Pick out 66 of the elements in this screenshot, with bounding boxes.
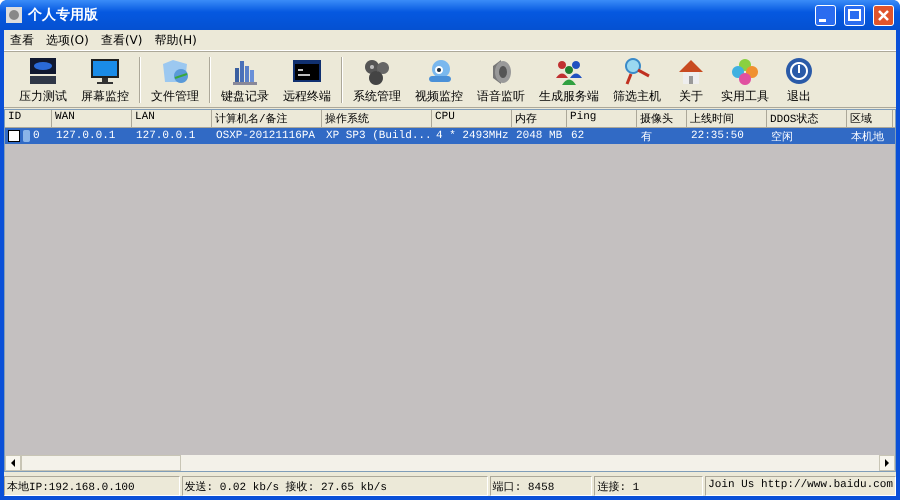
scroll-thumb[interactable] [21, 455, 181, 471]
table-row[interactable]: 0 127.0.0.1 127.0.0.1 OSXP-20121116PA XP SP3 (Build... 4 * 2493MHz 2048 MB 62 有 22:35:50 空闲 本机地 [5, 128, 895, 144]
column-header[interactable]: Ping [567, 110, 637, 127]
column-header[interactable]: CPU [432, 110, 512, 127]
power-icon [783, 56, 815, 86]
menu-item[interactable]: 查看 [4, 32, 40, 48]
window-title: 个人专用版 [28, 6, 99, 24]
table-cell-text: 127.0.0.1 [55, 130, 116, 142]
toolbar-button[interactable]: 压力测试 [12, 53, 74, 107]
column-header[interactable]: 摄像头 [637, 110, 687, 127]
column-header[interactable]: WAN [52, 110, 132, 127]
table-cell-text: XP SP3 (Build... [325, 130, 432, 142]
screen-icon [27, 56, 59, 86]
toolbar-button[interactable]: 系统管理 [346, 53, 408, 107]
table-cell: 0 [33, 130, 40, 142]
monitor-icon [89, 56, 121, 86]
table-cell-text: 本机地 [850, 130, 885, 144]
app-icon [6, 7, 22, 23]
menu-item[interactable]: 帮助(H) [148, 32, 203, 48]
table-cell-text: 127.0.0.1 [135, 130, 196, 142]
column-header[interactable]: LAN [132, 110, 212, 127]
status-panel: Join Us http://www.baidu.com [705, 476, 896, 496]
column-header[interactable]: ID [5, 110, 52, 127]
status-panel: 连接: 1 [594, 476, 704, 496]
scroll-left-button[interactable] [5, 455, 21, 471]
menu-item[interactable]: 查看(V) [94, 32, 148, 48]
table-cell-text: 4 * 2493MHz [435, 130, 510, 142]
toolbar-button[interactable]: 文件管理 [144, 53, 206, 107]
checkbox[interactable] [8, 130, 20, 142]
toolbar-button[interactable]: 远程终端 [276, 53, 338, 107]
column-header[interactable]: 计算机名/备注 [212, 110, 322, 127]
table-cell-text: 有 [640, 130, 653, 144]
table-cell-text: 22:35:50 [690, 130, 745, 142]
toolbar-button[interactable]: 筛选主机 [606, 53, 668, 107]
horizontal-scrollbar[interactable] [5, 455, 895, 471]
right-arrow-icon [884, 459, 890, 467]
maximize-icon [846, 6, 863, 24]
menu-item[interactable]: 选项(O) [40, 32, 95, 48]
column-header[interactable]: 内存 [512, 110, 567, 127]
toolbar-button[interactable]: 关于 [668, 53, 714, 107]
table-cell-text: 62 [570, 130, 586, 142]
toolbar-button[interactable]: 键盘记录 [214, 53, 276, 107]
scroll-right-button[interactable] [879, 455, 895, 471]
status-panel: 发送: 0.02 kb/s 接收: 27.65 kb/s [182, 476, 488, 496]
minimize-icon [819, 18, 826, 22]
table-cell-text: OSXP-20121116PA [215, 130, 316, 142]
maximize-button[interactable] [844, 4, 865, 26]
toolbar-button[interactable]: 屏幕监控 [74, 53, 136, 107]
column-header[interactable]: 上线时间 [687, 110, 767, 127]
column-header[interactable]: 操作系统 [322, 110, 432, 127]
status-panel: 端口: 8458 [490, 476, 592, 496]
toolbar-button[interactable]: 生成服务端 [532, 53, 606, 107]
toolbar-button[interactable]: 退出 [776, 53, 822, 107]
minimize-button[interactable] [815, 4, 836, 26]
table-cell-text: 空闲 [770, 130, 794, 144]
computer-icon [22, 129, 31, 143]
toolbar-button[interactable]: 实用工具 [714, 53, 776, 107]
toolbar-button[interactable]: 语音监听 [470, 53, 532, 107]
table-cell-text: 2048 MB [515, 130, 564, 142]
flower-icon [729, 56, 761, 86]
column-header[interactable]: DDOS状态 [767, 110, 847, 127]
close-button[interactable] [873, 4, 894, 26]
status-panel: 本地IP:192.168.0.100 [4, 476, 180, 496]
toolbar-button[interactable]: 视频监控 [408, 53, 470, 107]
left-arrow-icon [10, 459, 16, 467]
column-header[interactable]: 区域 [847, 110, 893, 127]
